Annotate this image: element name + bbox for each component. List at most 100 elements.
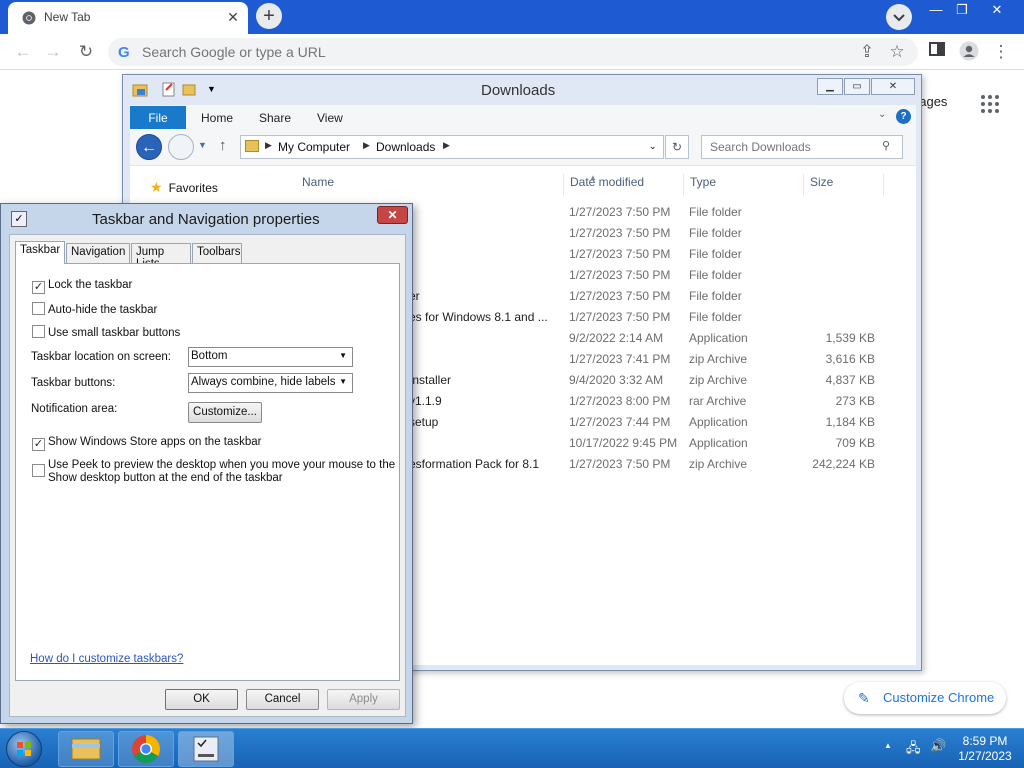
column-header-size[interactable]: Size bbox=[804, 174, 884, 196]
explorer-maximize-button[interactable]: ▭ bbox=[844, 78, 870, 95]
chevron-down-icon bbox=[893, 14, 905, 22]
file-date: 1/27/2023 7:50 PM bbox=[569, 268, 671, 282]
taskbar-location-value: Bottom bbox=[191, 350, 228, 362]
peek-label-line2: Show desktop button at the end of the ta… bbox=[48, 472, 283, 484]
taskbar-location-select[interactable]: Bottom ▼ bbox=[188, 347, 353, 367]
tab-taskbar[interactable]: Taskbar bbox=[15, 241, 65, 264]
lock-taskbar-checkbox[interactable]: ✓ bbox=[32, 281, 45, 294]
taskbar-file-explorer[interactable] bbox=[58, 731, 114, 767]
help-link[interactable]: How do I customize taskbars? bbox=[30, 653, 183, 665]
apply-button[interactable]: Apply bbox=[327, 689, 400, 710]
dialog-close-button[interactable]: ✕ bbox=[377, 206, 408, 224]
taskbar-chrome[interactable] bbox=[118, 731, 174, 767]
peek-checkbox[interactable] bbox=[32, 464, 45, 477]
reload-icon[interactable]: ↻ bbox=[75, 41, 97, 63]
search-input[interactable] bbox=[701, 135, 903, 159]
ok-button[interactable]: OK bbox=[165, 689, 238, 710]
breadcrumb-separator-icon[interactable]: ▶ bbox=[363, 140, 370, 151]
apps-grid-icon[interactable] bbox=[980, 94, 1000, 114]
refresh-icon[interactable]: ↻ bbox=[665, 135, 689, 159]
chrome-favicon-icon bbox=[22, 11, 36, 25]
small-buttons-checkbox[interactable] bbox=[32, 325, 45, 338]
network-icon[interactable]: 🖧 bbox=[906, 739, 921, 761]
cancel-button[interactable]: Cancel bbox=[246, 689, 319, 710]
chevron-down-icon[interactable]: ⌄ bbox=[649, 141, 657, 152]
breadcrumb-downloads[interactable]: Downloads bbox=[376, 140, 435, 154]
customize-chrome-button[interactable]: ✎ Customize Chrome bbox=[844, 682, 1006, 714]
forward-arrow-icon[interactable]: → bbox=[42, 41, 64, 63]
back-arrow-icon[interactable]: ← bbox=[136, 134, 162, 160]
auto-hide-option[interactable]: Auto-hide the taskbar bbox=[32, 302, 157, 316]
tab-title: New Tab bbox=[44, 10, 91, 24]
chrome-icon bbox=[132, 735, 160, 763]
nav-item-label: Favorites bbox=[168, 181, 218, 195]
up-arrow-icon[interactable]: ↑ bbox=[219, 137, 227, 154]
file-size: 1,184 KB bbox=[825, 415, 875, 429]
tab-search-button[interactable] bbox=[886, 4, 912, 30]
tab-file[interactable]: File bbox=[130, 106, 186, 130]
auto-hide-checkbox[interactable] bbox=[32, 302, 45, 315]
auto-hide-label: Auto-hide the taskbar bbox=[48, 304, 158, 316]
volume-icon[interactable]: 🔊 bbox=[930, 738, 946, 754]
clock-time: 8:59 PM bbox=[962, 734, 1008, 748]
tab-toolbars[interactable]: Toolbars bbox=[192, 243, 242, 263]
small-buttons-option[interactable]: Use small taskbar buttons bbox=[32, 325, 180, 339]
tab-share[interactable]: Share bbox=[259, 111, 291, 125]
chrome-restore-button[interactable]: ❐ bbox=[950, 0, 974, 20]
new-tab-button[interactable]: + bbox=[256, 3, 282, 29]
file-date: 1/27/2023 8:00 PM bbox=[569, 394, 671, 408]
file-size: 273 KB bbox=[835, 394, 875, 408]
tab-new-tab[interactable]: New Tab ✕ bbox=[8, 2, 248, 34]
tab-jump-lists[interactable]: Jump Lists bbox=[131, 243, 191, 270]
google-g-icon: G bbox=[118, 44, 130, 61]
file-type: Application bbox=[689, 415, 748, 429]
column-header-date[interactable]: Date modified bbox=[564, 174, 684, 196]
taskbar-properties-window[interactable] bbox=[178, 731, 234, 767]
breadcrumb-separator-icon[interactable]: ▶ bbox=[265, 140, 272, 151]
omnibox-input[interactable] bbox=[142, 42, 842, 62]
ribbon-expand-icon[interactable]: ⌄ bbox=[878, 109, 886, 120]
tab-navigation[interactable]: Navigation bbox=[66, 243, 130, 263]
breadcrumb-my-computer[interactable]: My Computer bbox=[278, 140, 350, 154]
properties-icon[interactable] bbox=[161, 81, 177, 97]
customize-chrome-label: Customize Chrome bbox=[883, 690, 995, 705]
new-folder-icon[interactable] bbox=[181, 81, 197, 97]
profile-icon[interactable] bbox=[958, 41, 980, 63]
tray-expand-icon[interactable]: ▲ bbox=[884, 741, 892, 750]
column-header-name[interactable]: Name bbox=[290, 174, 564, 196]
tab-close-icon[interactable]: ✕ bbox=[224, 8, 242, 26]
file-date: 9/2/2022 2:14 AM bbox=[569, 331, 664, 345]
tab-view[interactable]: View bbox=[317, 111, 343, 125]
taskbar-buttons-select[interactable]: Always combine, hide labels ▼ bbox=[188, 373, 353, 393]
chrome-minimize-button[interactable]: — bbox=[922, 0, 950, 20]
clock[interactable]: 8:59 PM 1/27/2023 bbox=[955, 734, 1015, 764]
side-panel-icon[interactable] bbox=[926, 41, 948, 63]
recent-locations-icon[interactable]: ▼ bbox=[198, 140, 207, 150]
chrome-close-button[interactable]: ✕ bbox=[974, 0, 1020, 20]
column-header-type[interactable]: Type bbox=[684, 174, 804, 196]
omnibox[interactable]: G bbox=[108, 38, 918, 66]
taskbar-buttons-value: Always combine, hide labels bbox=[191, 376, 336, 388]
share-icon[interactable]: ⇪ bbox=[856, 41, 878, 63]
tab-home[interactable]: Home bbox=[201, 111, 233, 125]
breadcrumb-separator-icon[interactable]: ▶ bbox=[443, 140, 450, 151]
nav-item-favorites[interactable]: ★ Favorites bbox=[150, 179, 218, 196]
peek-option[interactable]: Use Peek to preview the desktop when you… bbox=[32, 459, 395, 485]
lock-taskbar-option[interactable]: ✓ Lock the taskbar bbox=[32, 279, 132, 294]
forward-arrow-icon[interactable] bbox=[168, 134, 194, 160]
start-orb-icon[interactable] bbox=[6, 731, 42, 767]
menu-icon[interactable]: ⋮ bbox=[990, 41, 1012, 63]
address-bar[interactable]: ▶ My Computer ▶ Downloads ▶ ⌄ bbox=[240, 135, 664, 159]
help-icon[interactable]: ? bbox=[896, 109, 911, 124]
customize-button[interactable]: Customize... bbox=[188, 402, 262, 423]
peek-label-wrap: Use Peek to preview the desktop when you… bbox=[48, 459, 395, 485]
store-apps-option[interactable]: ✓ Show Windows Store apps on the taskbar bbox=[32, 436, 262, 451]
taskbar-tab-page: ✓ Lock the taskbar Auto-hide the taskbar … bbox=[15, 263, 400, 681]
store-apps-label: Show Windows Store apps on the taskbar bbox=[48, 436, 262, 448]
explorer-minimize-button[interactable]: ▁ bbox=[817, 78, 843, 95]
explorer-close-button[interactable]: ✕ bbox=[871, 78, 915, 95]
store-apps-checkbox[interactable]: ✓ bbox=[32, 438, 45, 451]
back-arrow-icon[interactable]: ← bbox=[12, 41, 34, 63]
star-icon[interactable]: ☆ bbox=[886, 41, 908, 63]
customize-toolbar-icon[interactable]: ▼ bbox=[207, 84, 216, 94]
